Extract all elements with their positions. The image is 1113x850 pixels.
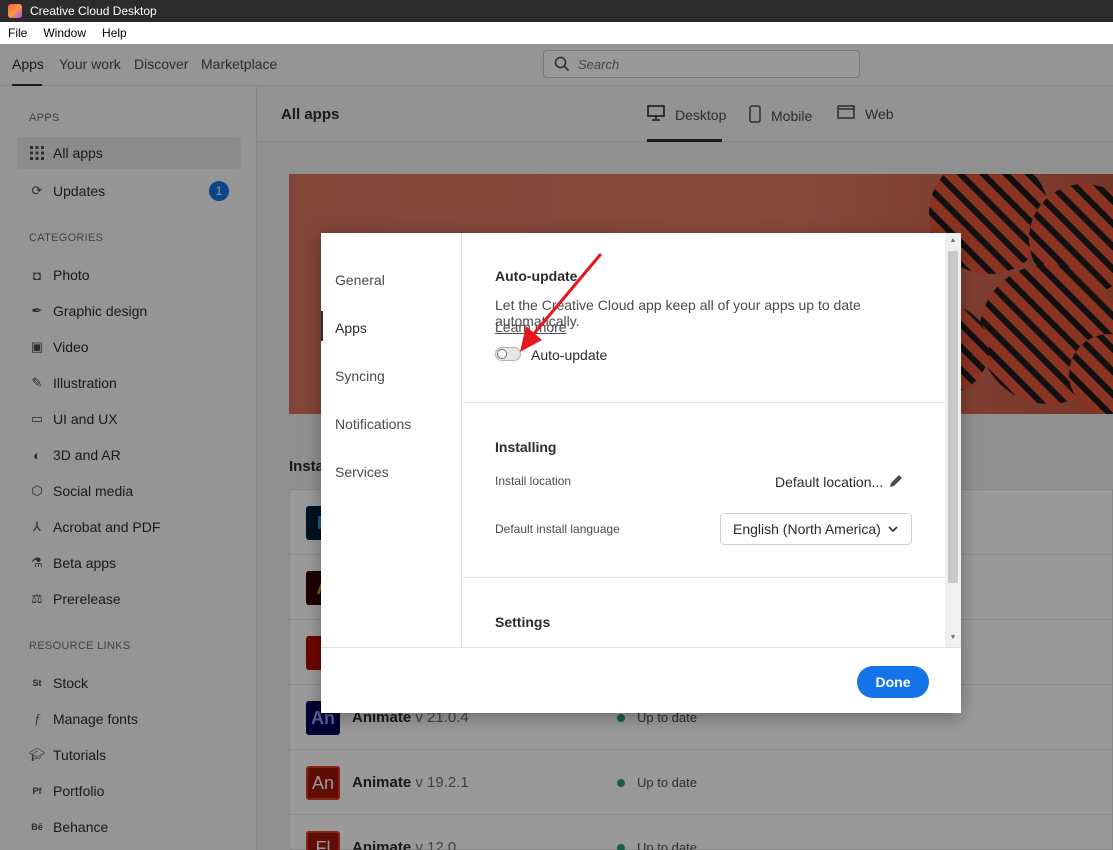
scroll-up-icon[interactable]: ▲: [948, 236, 958, 246]
install-location-label: Install location: [495, 474, 572, 488]
pref-nav-services[interactable]: Services: [335, 464, 389, 480]
preferences-nav: General Apps Syncing Notifications Servi…: [321, 233, 462, 647]
preferences-content[interactable]: Auto-update Let the Creative Cloud app k…: [463, 233, 945, 647]
language-selected-value: English (North America): [733, 521, 881, 537]
menu-bar: File Window Help: [0, 22, 1113, 44]
pref-nav-general[interactable]: General: [335, 272, 385, 288]
auto-update-section: Auto-update Let the Creative Cloud app k…: [463, 233, 945, 403]
creative-cloud-logo-icon: [8, 4, 22, 18]
settings-title: Settings: [495, 614, 551, 630]
scroll-down-icon[interactable]: ▼: [948, 633, 958, 643]
learn-more-link[interactable]: Learn more: [495, 319, 567, 335]
done-button[interactable]: Done: [857, 666, 929, 698]
menu-help[interactable]: Help: [94, 26, 135, 40]
pref-nav-active-indicator: [321, 311, 323, 341]
installing-title: Installing: [495, 439, 557, 455]
pref-nav-syncing[interactable]: Syncing: [335, 368, 385, 384]
window-title: Creative Cloud Desktop: [30, 4, 157, 18]
auto-update-title: Auto-update: [495, 268, 578, 284]
toggle-knob: [497, 349, 507, 359]
window-titlebar: Creative Cloud Desktop: [0, 0, 1113, 22]
preferences-scrollbar[interactable]: ▲ ▼: [945, 233, 961, 647]
installing-section: Installing: [463, 403, 945, 578]
auto-update-toggle[interactable]: [495, 347, 521, 361]
scroll-thumb[interactable]: [948, 251, 958, 583]
menu-window[interactable]: Window: [35, 26, 94, 40]
preferences-footer: Done: [321, 647, 961, 713]
language-dropdown[interactable]: English (North America): [720, 513, 912, 545]
pref-nav-notifications[interactable]: Notifications: [335, 416, 411, 432]
preferences-dialog: General Apps Syncing Notifications Servi…: [321, 233, 961, 713]
default-language-label: Default install language: [495, 522, 620, 536]
menu-file[interactable]: File: [0, 26, 35, 40]
chevron-down-icon: [888, 526, 898, 533]
auto-update-toggle-label: Auto-update: [531, 347, 608, 363]
install-location-value: Default location...: [775, 474, 884, 490]
pref-nav-apps[interactable]: Apps: [335, 320, 367, 336]
pencil-icon[interactable]: [888, 473, 904, 489]
